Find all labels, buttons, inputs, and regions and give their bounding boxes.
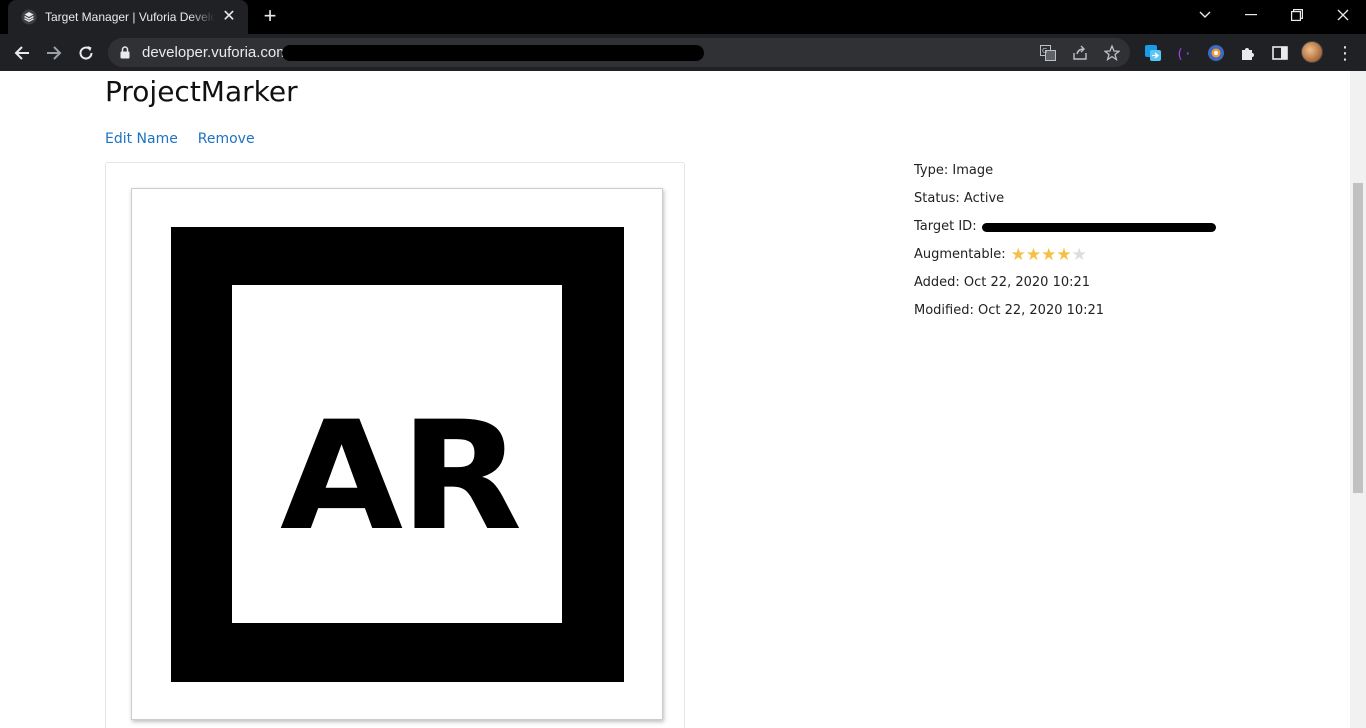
star-icon: ★	[1010, 245, 1026, 265]
browser-menu-icon[interactable]: ⋮	[1335, 43, 1355, 63]
translate-icon[interactable]: G	[1039, 44, 1057, 62]
tab-title: Target Manager | Vuforia Developer Porta…	[45, 10, 215, 24]
lock-icon[interactable]	[120, 46, 130, 59]
redacted-url-path	[282, 45, 704, 61]
forward-button[interactable]	[41, 40, 67, 66]
detail-modified: Modified: Oct 22, 2020 10:21	[914, 303, 1105, 318]
profile-avatar[interactable]	[1301, 41, 1323, 63]
detail-type: Type: Image	[914, 163, 994, 178]
restore-icon	[1291, 9, 1303, 21]
detail-status: Status: Active	[914, 191, 1005, 206]
page-content: ProjectMarker Edit Name Remove AR Type: …	[0, 71, 1350, 728]
detail-added: Added: Oct 22, 2020 10:21	[914, 275, 1091, 290]
page-title: ProjectMarker	[105, 75, 298, 108]
reload-icon	[79, 46, 93, 60]
forward-arrow-icon	[47, 46, 62, 60]
target-details: Type: Image Status: Active Target ID: Au…	[914, 163, 1216, 331]
marker-ar-text: AR	[280, 390, 522, 564]
back-arrow-icon	[14, 46, 29, 60]
page-scrollbar[interactable]	[1350, 71, 1366, 728]
side-panel-icon[interactable]	[1269, 42, 1291, 64]
browser-tab[interactable]: Target Manager | Vuforia Developer Porta…	[8, 0, 248, 34]
ar-marker-image: AR	[171, 227, 624, 682]
svg-text:G: G	[1042, 47, 1047, 55]
chevron-down-icon	[1199, 11, 1211, 18]
vuforia-favicon-icon	[21, 9, 37, 25]
bookmark-star-icon[interactable]	[1103, 44, 1121, 62]
detail-target-id: Target ID:	[914, 219, 1216, 247]
close-icon	[1337, 9, 1349, 21]
svg-text:(·): (·)	[1176, 47, 1193, 62]
remove-link[interactable]: Remove	[198, 131, 255, 147]
star-icon: ★	[1056, 245, 1072, 265]
close-tab-icon[interactable]: ✕	[220, 8, 238, 26]
star-icon: ★	[1025, 245, 1042, 265]
star-icon: ★	[1071, 245, 1087, 265]
extension-translate-icon[interactable]	[1142, 42, 1164, 64]
restore-button[interactable]	[1274, 0, 1320, 30]
address-bar[interactable]: developer.vuforia.com/ G	[108, 38, 1130, 67]
tab-strip: Target Manager | Vuforia Developer Porta…	[0, 0, 1366, 34]
augmentable-label: Augmentable:	[914, 247, 1006, 262]
extension-brackets-icon[interactable]: (·)	[1173, 42, 1195, 64]
scrollbar-thumb[interactable]	[1353, 183, 1363, 493]
extension-shield-icon[interactable]	[1205, 42, 1227, 64]
tab-search-button[interactable]	[1182, 0, 1228, 30]
minimize-button[interactable]	[1228, 0, 1274, 30]
detail-augmentable: Augmentable: ★ ★ ★ ★ ★	[914, 247, 1216, 275]
extensions-puzzle-icon[interactable]	[1237, 42, 1259, 64]
minimize-icon	[1245, 14, 1257, 16]
back-button[interactable]	[9, 40, 35, 66]
target-image-thumbnail: AR	[131, 188, 663, 720]
new-tab-button[interactable]: +	[258, 5, 282, 29]
reload-button[interactable]	[73, 40, 99, 66]
target-actions: Edit Name Remove	[105, 130, 271, 147]
close-window-button[interactable]	[1320, 0, 1366, 30]
augmentable-rating: ★ ★ ★ ★ ★	[1010, 245, 1087, 265]
redacted-target-id	[981, 223, 1216, 232]
edit-name-link[interactable]: Edit Name	[105, 131, 178, 147]
url-text[interactable]: developer.vuforia.com/	[142, 44, 293, 61]
star-icon: ★	[1041, 245, 1057, 265]
browser-toolbar: developer.vuforia.com/ G (·) ⋮	[0, 34, 1366, 71]
target-id-label: Target ID:	[914, 219, 977, 234]
share-icon[interactable]	[1071, 44, 1089, 62]
target-image-card: AR	[105, 162, 685, 728]
